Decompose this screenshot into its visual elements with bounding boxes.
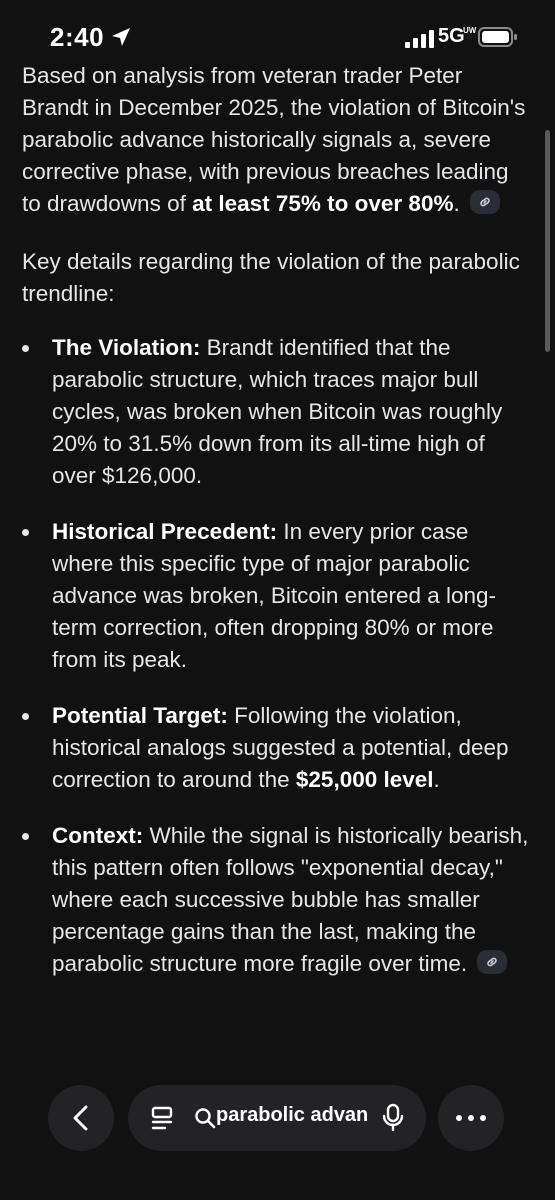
bullet-dot (22, 529, 29, 536)
network-sub-label: UW (463, 26, 477, 35)
bullet-list: The Violation: Brandt identified that th… (22, 332, 532, 980)
bullet-title: Historical Precedent: (52, 519, 278, 544)
bullet-title: The Violation: (52, 335, 201, 360)
bullet-end: . (433, 767, 440, 792)
scrollbar[interactable] (545, 130, 550, 352)
network-label: 5G (438, 25, 465, 47)
status-time: 2:40 (50, 22, 105, 52)
bullet-bold: $25,000 level (295, 767, 434, 792)
bullet-title: Context: (52, 823, 144, 848)
search-pill[interactable]: parabolic advan (128, 1085, 426, 1151)
back-button[interactable] (48, 1085, 114, 1151)
signal-icon (405, 30, 434, 48)
more-button[interactable] (438, 1085, 504, 1151)
bullet-title: Potential Target: (52, 703, 228, 728)
source-link-chip[interactable] (477, 950, 508, 975)
intro-bold: at least 75% to over 80% (192, 191, 454, 216)
bullet-dot (22, 713, 29, 720)
intro-end: . (453, 191, 460, 216)
location-arrow-icon (112, 28, 130, 46)
more-icon (456, 1115, 486, 1121)
content-fade (0, 1010, 555, 1080)
back-icon (73, 1105, 88, 1131)
search-icon (195, 1108, 216, 1129)
article-content: Based on analysis from veteran trader Pe… (22, 60, 532, 1060)
mic-icon[interactable] (382, 1103, 404, 1133)
list-item: Context: While the signal is historicall… (22, 820, 532, 980)
intro-paragraph: Based on analysis from veteran trader Pe… (22, 60, 532, 220)
bullet-dot (22, 345, 29, 352)
screen: 2:40 5G UW Based on analysis from vetera… (0, 0, 555, 1200)
list-item: Historical Precedent: In every prior cas… (22, 516, 532, 676)
bullet-dot (22, 833, 29, 840)
source-link-chip[interactable] (470, 190, 501, 215)
list-icon[interactable] (150, 1105, 174, 1131)
list-item: Potential Target: Following the violatio… (22, 700, 532, 796)
battery-icon (478, 27, 517, 47)
key-details-heading: Key details regarding the violation of t… (22, 249, 520, 306)
bottom-toolbar: parabolic advan (0, 1080, 555, 1200)
link-icon (480, 197, 490, 207)
link-icon (487, 957, 498, 967)
list-item: The Violation: Brandt identified that th… (22, 332, 532, 492)
search-query[interactable]: parabolic advan (216, 1104, 368, 1127)
